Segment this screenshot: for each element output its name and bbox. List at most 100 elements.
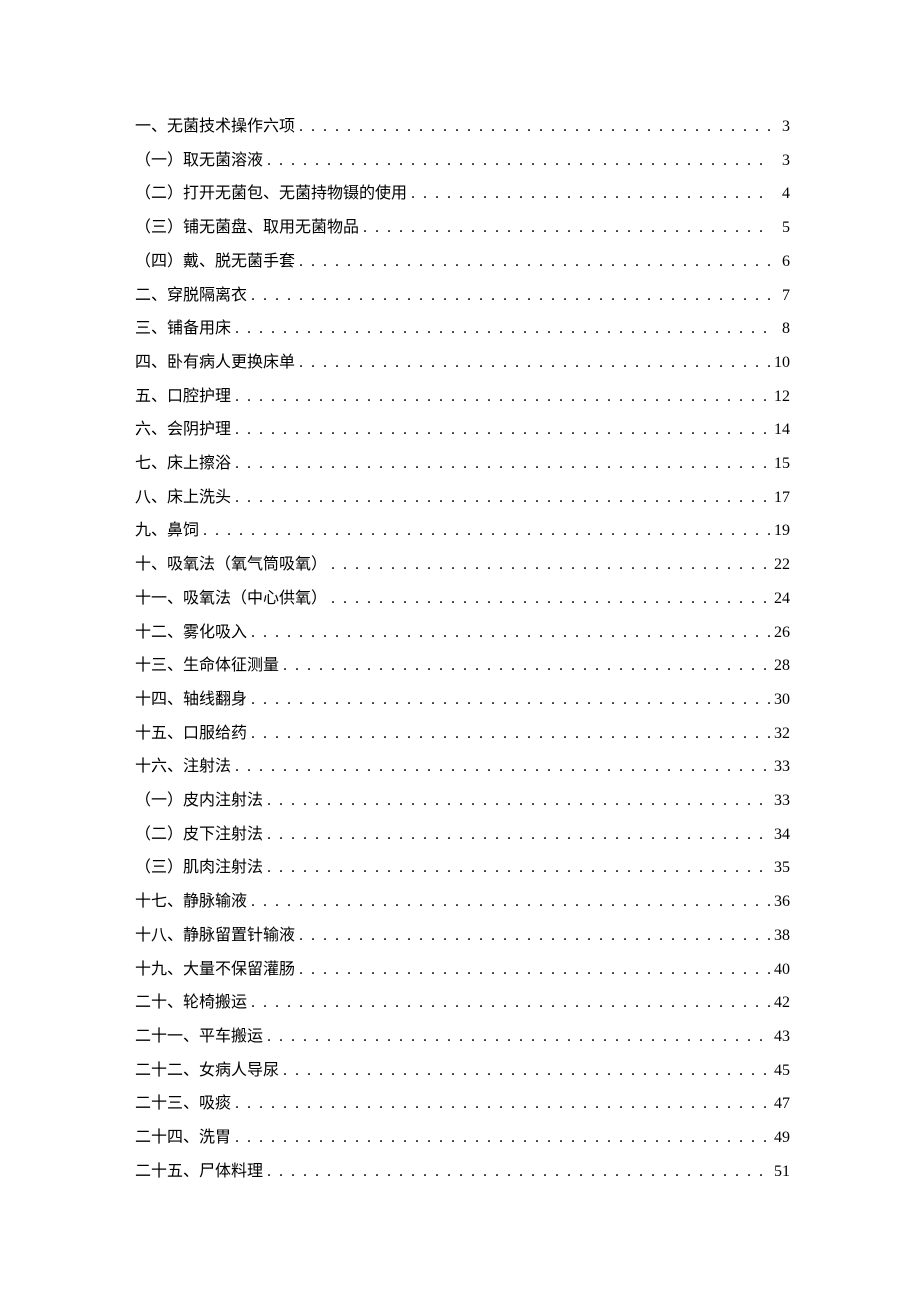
toc-entry: 五、口腔护理. . . . . . . . . . . . . . . . . …: [135, 380, 790, 414]
toc-entry: 十一、吸氧法（中心供氧）. . . . . . . . . . . . . . …: [135, 582, 790, 616]
toc-entry-label: 十三、生命体征测量: [135, 649, 279, 683]
toc-entry: 七、床上擦浴. . . . . . . . . . . . . . . . . …: [135, 447, 790, 481]
toc-entry: 二、穿脱隔离衣. . . . . . . . . . . . . . . . .…: [135, 279, 790, 313]
toc-entry: 十、吸氧法（氧气筒吸氧）. . . . . . . . . . . . . . …: [135, 548, 790, 582]
toc-entry-label: （二）打开无菌包、无菌持物镊的使用: [135, 177, 407, 211]
toc-entry-page: 7: [770, 279, 790, 313]
toc-entry: 十四、轴线翻身. . . . . . . . . . . . . . . . .…: [135, 683, 790, 717]
toc-entry: （一）取无菌溶液. . . . . . . . . . . . . . . . …: [135, 144, 790, 178]
toc-leader-dots: . . . . . . . . . . . . . . . . . . . . …: [231, 1087, 770, 1121]
toc-entry: 十五、口服给药. . . . . . . . . . . . . . . . .…: [135, 717, 790, 751]
toc-entry: 二十二、女病人导尿. . . . . . . . . . . . . . . .…: [135, 1054, 790, 1088]
toc-leader-dots: . . . . . . . . . . . . . . . . . . . . …: [279, 1054, 770, 1088]
toc-entry: 十七、静脉输液. . . . . . . . . . . . . . . . .…: [135, 885, 790, 919]
toc-leader-dots: . . . . . . . . . . . . . . . . . . . . …: [279, 649, 770, 683]
toc-leader-dots: . . . . . . . . . . . . . . . . . . . . …: [263, 818, 770, 852]
toc-leader-dots: . . . . . . . . . . . . . . . . . . . . …: [295, 110, 770, 144]
toc-leader-dots: . . . . . . . . . . . . . . . . . . . . …: [263, 1155, 770, 1189]
toc-entry-page: 15: [770, 447, 790, 481]
toc-entry: （一）皮内注射法. . . . . . . . . . . . . . . . …: [135, 784, 790, 818]
toc-entry-label: 八、床上洗头: [135, 481, 231, 515]
toc-entry-page: 3: [770, 144, 790, 178]
toc-leader-dots: . . . . . . . . . . . . . . . . . . . . …: [231, 750, 770, 784]
toc-leader-dots: . . . . . . . . . . . . . . . . . . . . …: [295, 245, 770, 279]
toc-entry-page: 33: [770, 784, 790, 818]
toc-entry: 二十三、吸痰. . . . . . . . . . . . . . . . . …: [135, 1087, 790, 1121]
toc-entry-page: 30: [770, 683, 790, 717]
toc-entry-page: 17: [770, 481, 790, 515]
toc-entry-page: 51: [770, 1155, 790, 1189]
toc-leader-dots: . . . . . . . . . . . . . . . . . . . . …: [231, 447, 770, 481]
toc-entry-label: 十一、吸氧法（中心供氧）: [135, 582, 327, 616]
toc-entry-label: （二）皮下注射法: [135, 818, 263, 852]
toc-entry-page: 10: [770, 346, 790, 380]
toc-entry: （三）肌肉注射法. . . . . . . . . . . . . . . . …: [135, 851, 790, 885]
toc-leader-dots: . . . . . . . . . . . . . . . . . . . . …: [231, 380, 770, 414]
toc-entry-label: （四）戴、脱无菌手套: [135, 245, 295, 279]
toc-entry: 十九、大量不保留灌肠. . . . . . . . . . . . . . . …: [135, 953, 790, 987]
toc-leader-dots: . . . . . . . . . . . . . . . . . . . . …: [247, 717, 770, 751]
toc-entry-label: 十五、口服给药: [135, 717, 247, 751]
toc-entry: 二十四、洗胃. . . . . . . . . . . . . . . . . …: [135, 1121, 790, 1155]
toc-entry-label: 三、铺备用床: [135, 312, 231, 346]
toc-entry: （三）铺无菌盘、取用无菌物品. . . . . . . . . . . . . …: [135, 211, 790, 245]
toc-entry-page: 26: [770, 616, 790, 650]
toc-entry: （四）戴、脱无菌手套. . . . . . . . . . . . . . . …: [135, 245, 790, 279]
toc-leader-dots: . . . . . . . . . . . . . . . . . . . . …: [295, 919, 770, 953]
toc-entry-page: 4: [770, 177, 790, 211]
toc-entry: 四、卧有病人更换床单. . . . . . . . . . . . . . . …: [135, 346, 790, 380]
toc-entry-page: 28: [770, 649, 790, 683]
toc-entry-label: 二十、轮椅搬运: [135, 986, 247, 1020]
toc-leader-dots: . . . . . . . . . . . . . . . . . . . . …: [231, 1121, 770, 1155]
toc-entry-label: （一）取无菌溶液: [135, 144, 263, 178]
toc-leader-dots: . . . . . . . . . . . . . . . . . . . . …: [263, 144, 770, 178]
toc-entry-label: 七、床上擦浴: [135, 447, 231, 481]
toc-entry: 八、床上洗头. . . . . . . . . . . . . . . . . …: [135, 481, 790, 515]
toc-entry-label: 四、卧有病人更换床单: [135, 346, 295, 380]
toc-leader-dots: . . . . . . . . . . . . . . . . . . . . …: [295, 346, 770, 380]
toc-entry-page: 32: [770, 717, 790, 751]
toc-entry: 十二、雾化吸入. . . . . . . . . . . . . . . . .…: [135, 616, 790, 650]
toc-entry-label: 十八、静脉留置针输液: [135, 919, 295, 953]
toc-leader-dots: . . . . . . . . . . . . . . . . . . . . …: [263, 784, 770, 818]
toc-entry-label: 二、穿脱隔离衣: [135, 279, 247, 313]
toc-entry-page: 19: [770, 514, 790, 548]
toc-entry-page: 43: [770, 1020, 790, 1054]
toc-leader-dots: . . . . . . . . . . . . . . . . . . . . …: [231, 312, 770, 346]
toc-entry-page: 35: [770, 851, 790, 885]
toc-entry-page: 6: [770, 245, 790, 279]
toc-entry-page: 49: [770, 1121, 790, 1155]
toc-entry-page: 24: [770, 582, 790, 616]
toc-entry-label: 六、会阴护理: [135, 413, 231, 447]
toc-leader-dots: . . . . . . . . . . . . . . . . . . . . …: [327, 582, 770, 616]
toc-entry-label: 二十三、吸痰: [135, 1087, 231, 1121]
toc-entry: 十六、注射法. . . . . . . . . . . . . . . . . …: [135, 750, 790, 784]
toc-entry-page: 42: [770, 986, 790, 1020]
toc-entry: 二十一、平车搬运. . . . . . . . . . . . . . . . …: [135, 1020, 790, 1054]
toc-entry-label: （一）皮内注射法: [135, 784, 263, 818]
toc-leader-dots: . . . . . . . . . . . . . . . . . . . . …: [263, 851, 770, 885]
toc-entry-label: 十二、雾化吸入: [135, 616, 247, 650]
toc-leader-dots: . . . . . . . . . . . . . . . . . . . . …: [263, 1020, 770, 1054]
toc-leader-dots: . . . . . . . . . . . . . . . . . . . . …: [247, 616, 770, 650]
toc-entry-page: 45: [770, 1054, 790, 1088]
toc-leader-dots: . . . . . . . . . . . . . . . . . . . . …: [231, 481, 770, 515]
toc-entry: 二十、轮椅搬运. . . . . . . . . . . . . . . . .…: [135, 986, 790, 1020]
toc-entry: 二十五、尸体料理. . . . . . . . . . . . . . . . …: [135, 1155, 790, 1189]
toc-entry: （二）打开无菌包、无菌持物镊的使用. . . . . . . . . . . .…: [135, 177, 790, 211]
toc-entry-label: 二十一、平车搬运: [135, 1020, 263, 1054]
toc-entry-label: 二十五、尸体料理: [135, 1155, 263, 1189]
toc-entry-page: 14: [770, 413, 790, 447]
toc-leader-dots: . . . . . . . . . . . . . . . . . . . . …: [247, 683, 770, 717]
toc-entry-page: 36: [770, 885, 790, 919]
toc-entry-label: 十九、大量不保留灌肠: [135, 953, 295, 987]
toc-entry-page: 5: [770, 211, 790, 245]
toc-entry-label: 十四、轴线翻身: [135, 683, 247, 717]
toc-entry: 九、鼻饲. . . . . . . . . . . . . . . . . . …: [135, 514, 790, 548]
toc-entry-label: 二十二、女病人导尿: [135, 1054, 279, 1088]
toc-leader-dots: . . . . . . . . . . . . . . . . . . . . …: [295, 953, 770, 987]
table-of-contents: 一、无菌技术操作六项. . . . . . . . . . . . . . . …: [135, 110, 790, 1189]
toc-entry-label: 十七、静脉输液: [135, 885, 247, 919]
toc-leader-dots: . . . . . . . . . . . . . . . . . . . . …: [199, 514, 770, 548]
toc-leader-dots: . . . . . . . . . . . . . . . . . . . . …: [231, 413, 770, 447]
